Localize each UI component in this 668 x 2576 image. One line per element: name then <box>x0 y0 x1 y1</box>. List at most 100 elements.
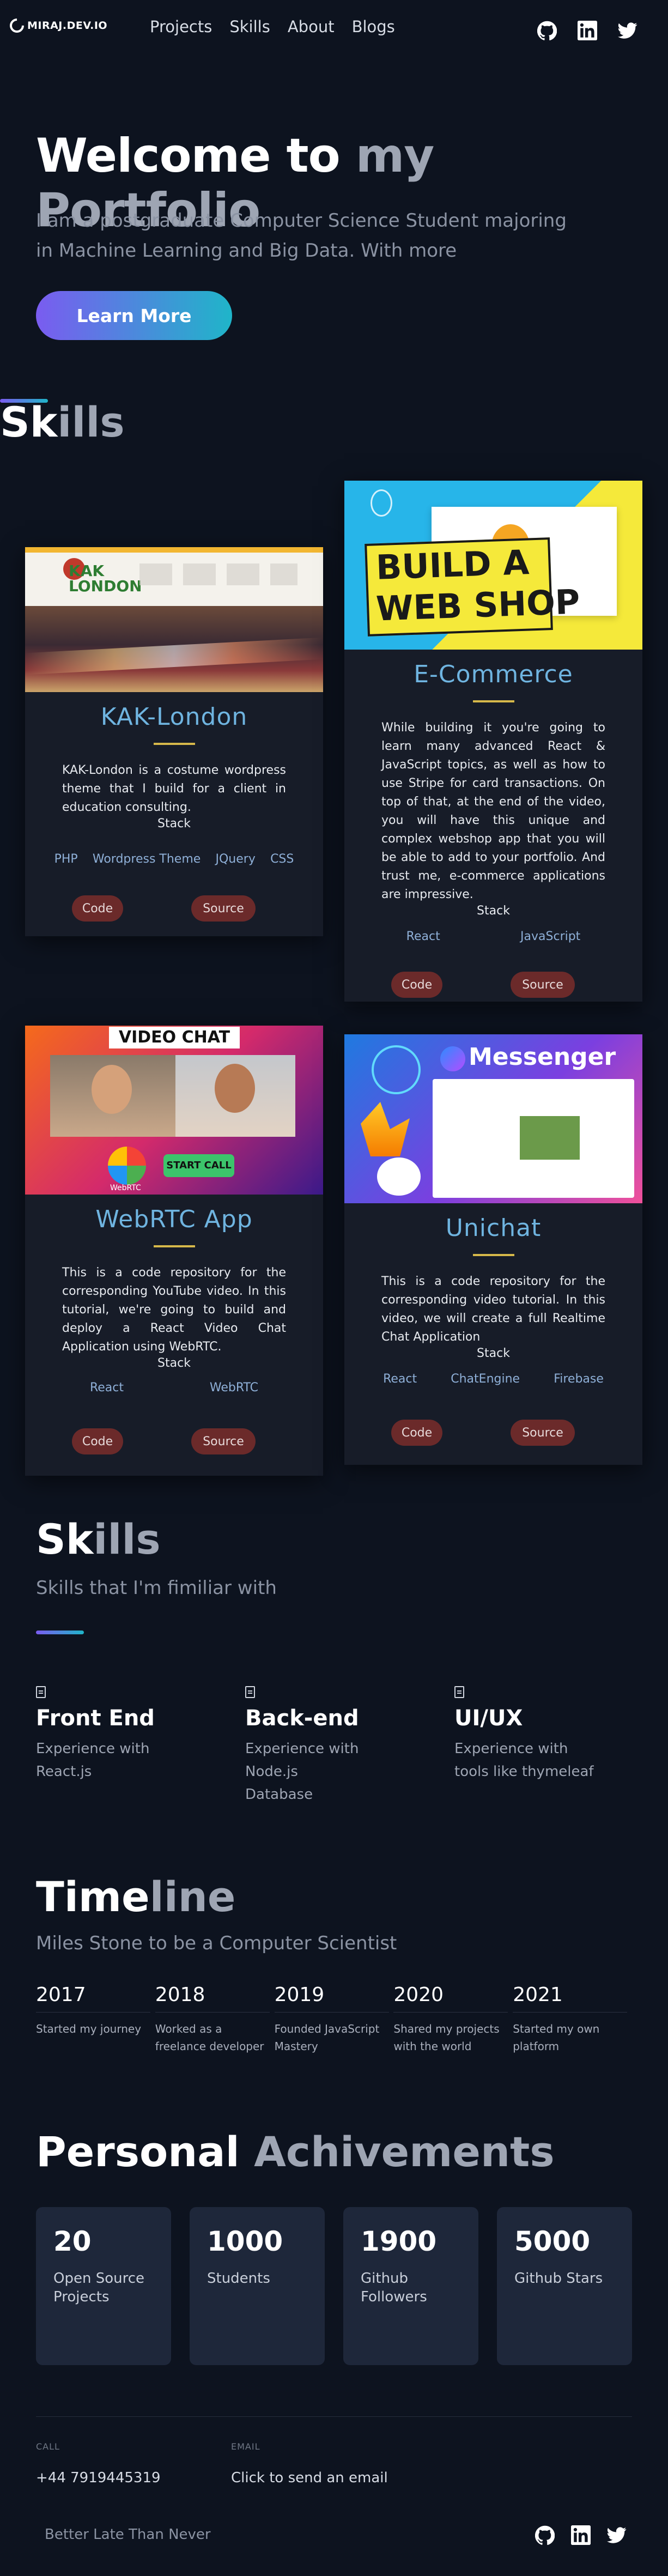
timeline-year: 2018 <box>155 1984 275 2013</box>
skill-front-end: Front End Experience with React.js <box>36 1686 210 1783</box>
nav-link-about[interactable]: About <box>288 17 335 36</box>
timeline-year: 2020 <box>393 1984 513 2013</box>
stack-list: React ChatEngine Firebase <box>344 1372 642 1386</box>
project-card-kak-london: KAK LONDON KAK-London KAK-London is a co… <box>25 547 323 936</box>
phone-link[interactable]: +44 7919445319 <box>36 2470 161 2486</box>
timeline-year: 2021 <box>513 1984 632 2013</box>
email-label: EMAIL <box>231 2441 260 2452</box>
stack-list: React JavaScript <box>344 930 642 943</box>
stack-label: Stack <box>477 904 510 918</box>
skills-title: Skills <box>36 1515 161 1563</box>
stack-item: React <box>383 1372 417 1386</box>
timeline-item: 2021 Started my own platform <box>513 1984 632 2055</box>
achievement-card: 5000 Github Stars <box>497 2207 632 2365</box>
achievement-number: 1900 <box>361 2226 437 2257</box>
email-link[interactable]: Click to send an email <box>231 2470 388 2486</box>
timeline-item: 2020 Shared my projects with the world <box>393 1984 513 2055</box>
achievement-number: 5000 <box>514 2226 591 2257</box>
project-title: Unichat <box>445 1214 542 1242</box>
footer-social-icons <box>535 2525 627 2545</box>
twitter-icon[interactable] <box>618 21 637 40</box>
timeline-desc: Started my own platform <box>513 2022 600 2053</box>
stack-item: React <box>406 930 440 943</box>
twitter-icon[interactable] <box>607 2525 627 2545</box>
nav-links: Projects Skills About Blogs <box>150 17 395 36</box>
achievement-label: Github Followers <box>361 2270 427 2305</box>
hero-title-part1: Welcome to <box>36 129 341 183</box>
linkedin-icon[interactable] <box>571 2525 591 2545</box>
project-card-unichat: Messenger Unichat This is a code reposit… <box>344 1034 642 1465</box>
achievement-card: 1900 Github Followers <box>343 2207 478 2365</box>
achievement-number: 1000 <box>207 2226 283 2257</box>
stack-item: React <box>89 1381 124 1395</box>
document-icon <box>245 1686 255 1698</box>
document-icon <box>454 1686 464 1698</box>
stack-label: Stack <box>477 1347 510 1360</box>
timeline-desc: Founded JavaScript Mastery <box>274 2022 380 2053</box>
project-image-webrtc: VIDEO CHAT WebRTC START CALL <box>25 1026 323 1195</box>
stack-item: ChatEngine <box>451 1372 520 1386</box>
timeline-year: 2019 <box>274 1984 394 2013</box>
achievement-label: Students <box>207 2270 270 2287</box>
timeline-item: 2018 Worked as a freelance developer <box>155 1984 275 2055</box>
stack-item: CSS <box>270 852 294 866</box>
project-card-webrtc: VIDEO CHAT WebRTC START CALL WebRTC App … <box>25 1026 323 1476</box>
project-title: E-Commerce <box>414 660 573 688</box>
linkedin-icon[interactable] <box>578 21 597 40</box>
project-title: WebRTC App <box>95 1205 253 1233</box>
timeline-year: 2017 <box>36 1984 155 2013</box>
timeline-desc: Started my journey <box>36 2022 142 2035</box>
stack-item: PHP <box>54 852 78 866</box>
timeline-list: 2017 Started my journey 2018 Worked as a… <box>36 1984 632 2055</box>
skills-accent-bar <box>36 1631 84 1634</box>
timeline-desc: Worked as a freelance developer <box>155 2022 264 2053</box>
title-underline <box>472 700 514 702</box>
nav-social-icons <box>537 21 637 40</box>
achievement-label: Open Source Projects <box>53 2270 145 2305</box>
stack-label: Stack <box>157 1356 191 1370</box>
timeline-subtitle: Miles Stone to be a Computer Scientist <box>36 1932 397 1954</box>
project-description: KAK-London is a costume wordpress theme … <box>62 763 286 814</box>
stack-item: JavaScript <box>520 930 581 943</box>
source-button[interactable]: Source <box>511 1420 575 1446</box>
nav-link-blogs[interactable]: Blogs <box>352 17 395 36</box>
source-button[interactable]: Source <box>191 1428 256 1454</box>
top-nav: MIRAJ.DEV.IO Projects Skills About Blogs <box>0 0 668 54</box>
project-title: KAK-London <box>100 703 248 731</box>
footer-divider <box>36 2416 632 2417</box>
code-button[interactable]: Code <box>72 1428 123 1454</box>
card-buttons: Code Source <box>25 895 323 922</box>
achievement-label: Github Stars <box>514 2270 603 2287</box>
site-logo[interactable]: MIRAJ.DEV.IO <box>7 15 108 36</box>
skill-title: UI/UX <box>454 1706 523 1731</box>
achievement-card: 20 Open Source Projects <box>36 2207 171 2365</box>
nav-link-projects[interactable]: Projects <box>150 17 212 36</box>
footer-tagline: Better Late Than Never <box>45 2526 211 2543</box>
stack-item: Firebase <box>554 1372 604 1386</box>
achievement-card: 1000 Students <box>190 2207 325 2365</box>
call-label: CALL <box>36 2441 60 2452</box>
achievements-title: Personal Achivements <box>36 2128 555 2176</box>
skill-title: Front End <box>36 1706 155 1731</box>
timeline-title: Timeline <box>36 1872 236 1921</box>
timeline-item: 2017 Started my journey <box>36 1984 155 2055</box>
github-icon[interactable] <box>537 21 557 40</box>
card-buttons: Code Source <box>344 1420 642 1446</box>
project-description: This is a code repository for the corres… <box>381 1275 605 1344</box>
logo-text: MIRAJ.DEV.IO <box>27 20 108 32</box>
nav-link-skills[interactable]: Skills <box>229 17 270 36</box>
code-button[interactable]: Code <box>391 972 442 998</box>
source-button[interactable]: Source <box>511 972 575 998</box>
learn-more-button[interactable]: Learn More <box>36 291 232 340</box>
card-buttons: Code Source <box>344 972 642 998</box>
skill-desc: Experience with tools like thymeleaf <box>454 1741 594 1780</box>
github-icon[interactable] <box>535 2525 555 2545</box>
projects-heading: Skills <box>0 398 125 446</box>
project-image-unichat: Messenger <box>344 1034 642 1203</box>
skill-back-end: Back-end Experience with Node.js Database <box>245 1686 420 1806</box>
timeline-desc: Shared my projects with the world <box>393 2022 500 2053</box>
code-button[interactable]: Code <box>391 1420 442 1446</box>
code-button[interactable]: Code <box>72 895 123 922</box>
source-button[interactable]: Source <box>191 895 256 922</box>
stack-item: WebRTC <box>209 1381 259 1395</box>
